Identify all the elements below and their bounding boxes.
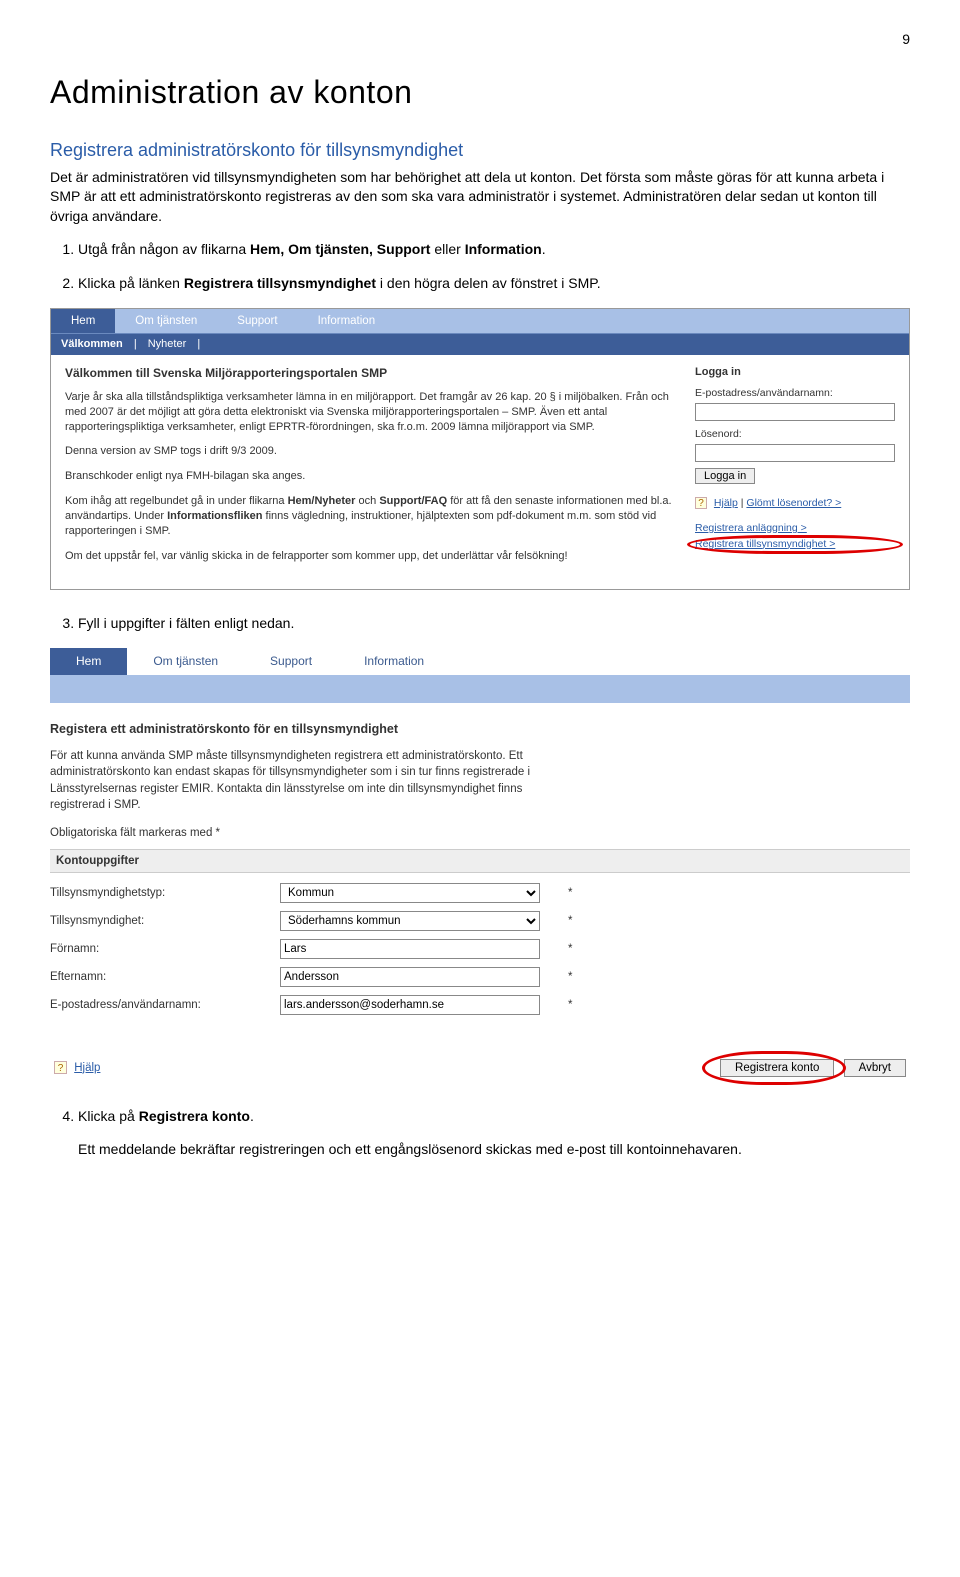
step-3: Fyll i uppgifter i fälten enligt nedan. (78, 614, 910, 634)
register-form-title: Registera ett administratörskonto för en… (50, 721, 910, 739)
star: * (568, 885, 572, 901)
register-anlaggning-link[interactable]: Registrera anläggning > (695, 521, 895, 537)
input-efternamn[interactable] (280, 967, 540, 987)
avbryt-button[interactable]: Avbryt (844, 1059, 906, 1077)
help-icon: ? (695, 497, 707, 509)
input-fornamn[interactable] (280, 939, 540, 959)
page-number: 9 (50, 30, 910, 50)
label-fornamn: Förnamn: (50, 941, 280, 957)
label-efternamn: Efternamn: (50, 969, 280, 985)
tab2-om-tjansten[interactable]: Om tjänsten (127, 648, 244, 675)
login-button[interactable]: Logga in (695, 468, 755, 484)
help-icon: ? (54, 1061, 67, 1074)
row-epost: E-postadress/användarnamn: * (50, 991, 910, 1019)
highlight-oval: Registrera tillsynsmyndighet > (695, 537, 895, 553)
subtab-valkommen[interactable]: Välkommen (61, 338, 123, 350)
step-1-mid: eller (430, 241, 464, 257)
row-tillsynsmyndighetstyp: Tillsynsmyndighetstyp: Kommun * (50, 879, 910, 907)
welcome-p3: Branschkoder enligt nya FMH-bilagan ska … (65, 469, 675, 484)
step-1-suffix: . (542, 241, 546, 257)
tab-hem[interactable]: Hem (51, 309, 115, 333)
star: * (568, 997, 572, 1013)
top-tabs: Hem Om tjänsten Support Information (51, 309, 909, 334)
step-1: Utgå från någon av flikarna Hem, Om tjän… (78, 240, 910, 260)
login-user-label: E-postadress/användarnamn: (695, 386, 895, 401)
help-link[interactable]: Hjälp (714, 497, 738, 509)
tab-om-tjansten[interactable]: Om tjänsten (115, 309, 217, 333)
login-pass-label: Lösenord: (695, 427, 895, 442)
form-footer: ? Hjälp Registrera konto Avbryt (50, 1059, 910, 1083)
step-1-bold: Hem, Om tjänsten, Support (250, 241, 430, 257)
tab2-support[interactable]: Support (244, 648, 338, 675)
welcome-title: Välkommen till Svenska Miljörapportering… (65, 365, 675, 382)
screenshot-tabbar: Hem Om tjänsten Support Information (50, 648, 910, 703)
subtab-sep: | (134, 338, 137, 350)
login-panel: Logga in E-postadress/användarnamn: Löse… (695, 365, 895, 573)
step-1-text: Utgå från någon av flikarna (78, 241, 250, 257)
help-link-footer[interactable]: Hjälp (74, 1062, 100, 1074)
step-1-bold2: Information (465, 241, 542, 257)
input-epost[interactable] (280, 995, 540, 1015)
page-title: Administration av konton (50, 70, 910, 115)
steps-list: Utgå från någon av flikarna Hem, Om tjän… (50, 240, 910, 293)
register-form-intro: För att kunna använda SMP måste tillsyns… (50, 748, 570, 812)
welcome-panel: Välkommen till Svenska Miljörapportering… (65, 365, 675, 573)
register-konto-button[interactable]: Registrera konto (720, 1059, 834, 1077)
star: * (568, 913, 572, 929)
welcome-p1: Varje år ska alla tillståndspliktiga ver… (65, 390, 675, 435)
subtab-sep2: | (197, 338, 200, 350)
row-fornamn: Förnamn: * (50, 935, 910, 963)
step-2-bold: Registrera tillsynsmyndighet (184, 275, 376, 291)
sub-tabs: Välkommen | Nyheter | (51, 334, 909, 355)
row-efternamn: Efternamn: * (50, 963, 910, 991)
tab-support[interactable]: Support (217, 309, 297, 333)
section-title: Registrera administratörskonto för tills… (50, 138, 910, 163)
help-row: ? Hjälp | Glömt lösenordet? > (695, 496, 895, 511)
step-4-suffix: . (250, 1108, 254, 1124)
steps-list-cont2: Klicka på Registrera konto. (50, 1107, 910, 1127)
step-4-bold: Registrera konto (139, 1108, 250, 1124)
section-kontouppgifter: Kontouppgifter (50, 849, 910, 873)
login-pass-input[interactable] (695, 444, 895, 462)
tabbar-blue-strip (50, 675, 910, 703)
label-epost: E-postadress/användarnamn: (50, 997, 280, 1013)
label-tsmtyp: Tillsynsmyndighetstyp: (50, 885, 280, 901)
step-4-text: Klicka på (78, 1108, 139, 1124)
highlight-oval-button: Registrera konto (714, 1059, 834, 1077)
mandatory-note: Obligatoriska fält markeras med * (50, 825, 910, 841)
closing-paragraph: Ett meddelande bekräftar registreringen … (78, 1140, 910, 1160)
step-4: Klicka på Registrera konto. (78, 1107, 910, 1127)
screenshot-register-form: Registera ett administratörskonto för en… (50, 721, 910, 1083)
label-tsm: Tillsynsmyndighet: (50, 913, 280, 929)
login-title: Logga in (695, 365, 895, 380)
star: * (568, 969, 572, 985)
tab2-information[interactable]: Information (338, 648, 450, 675)
steps-list-cont: Fyll i uppgifter i fälten enligt nedan. (50, 614, 910, 634)
screenshot-smp-home: Hem Om tjänsten Support Information Välk… (50, 308, 910, 591)
welcome-p5: Om det uppstår fel, var vänlig skicka in… (65, 549, 675, 564)
register-links: Registrera anläggning > Registrera tills… (695, 521, 895, 553)
subtab-nyheter[interactable]: Nyheter (148, 338, 187, 350)
tab-information[interactable]: Information (298, 309, 396, 333)
welcome-p2: Denna version av SMP togs i drift 9/3 20… (65, 444, 675, 459)
step-2-text: Klicka på länken (78, 275, 184, 291)
tab2-hem[interactable]: Hem (50, 648, 127, 675)
welcome-p4: Kom ihåg att regelbundet gå in under fli… (65, 494, 675, 539)
login-user-input[interactable] (695, 403, 895, 421)
step-2: Klicka på länken Registrera tillsynsmynd… (78, 274, 910, 294)
lost-password-link[interactable]: Glömt lösenordet? > (746, 497, 841, 509)
row-tillsynsmyndighet: Tillsynsmyndighet: Söderhamns kommun * (50, 907, 910, 935)
intro-paragraph: Det är administratören vid tillsynsmyndi… (50, 168, 910, 227)
select-tsm[interactable]: Söderhamns kommun (280, 911, 540, 931)
star: * (568, 941, 572, 957)
step-2-suffix: i den högra delen av fönstret i SMP. (376, 275, 601, 291)
register-tillsynsmyndighet-link[interactable]: Registrera tillsynsmyndighet > (695, 537, 895, 553)
select-tsmtyp[interactable]: Kommun (280, 883, 540, 903)
